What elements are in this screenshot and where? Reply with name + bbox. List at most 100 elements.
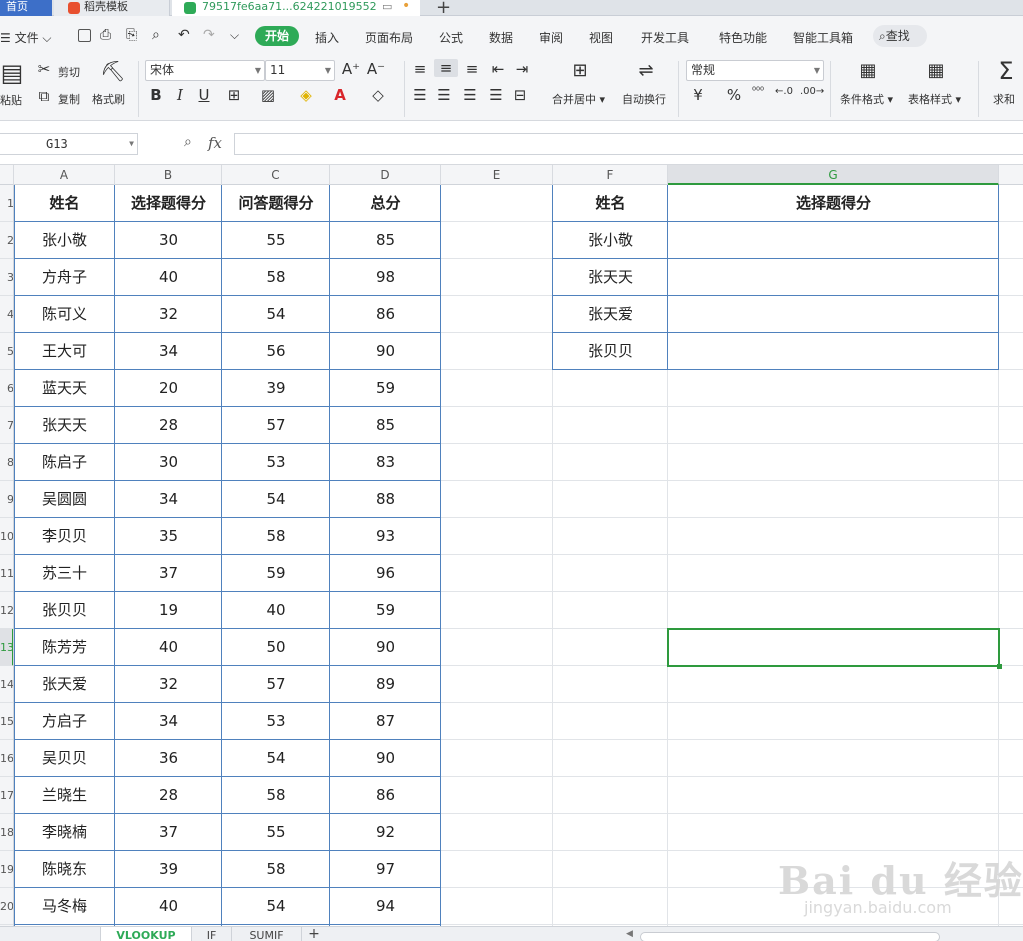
horizontal-scrollbar[interactable] (640, 932, 940, 941)
table-cell[interactable]: 54 (222, 481, 330, 518)
table-cell[interactable]: 59 (330, 370, 441, 407)
menu-start[interactable]: 开始 (255, 26, 299, 46)
table-cell[interactable]: 19 (115, 592, 222, 629)
menu-page-layout[interactable]: 页面布局 (365, 29, 413, 46)
row-header[interactable]: 4 (0, 296, 13, 333)
sheet-tab-vlookup[interactable]: VLOOKUP (100, 927, 192, 941)
table-cell[interactable]: 57 (222, 407, 330, 444)
undo-icon[interactable]: ↶ (178, 27, 190, 43)
justify-icon[interactable]: ☰ (486, 86, 506, 104)
row-header[interactable]: 8 (0, 444, 13, 481)
table-cell[interactable]: 40 (115, 259, 222, 296)
cut-button[interactable]: 剪切 (58, 64, 80, 80)
select-all-corner[interactable] (0, 165, 14, 185)
table-cell[interactable]: 陈启子 (14, 444, 115, 481)
table-cell[interactable]: 39 (222, 370, 330, 407)
table-cell[interactable]: 30 (115, 444, 222, 481)
align-center-icon[interactable]: ☰ (434, 86, 454, 104)
function-icon[interactable]: fx (208, 134, 222, 152)
table-cell[interactable]: 89 (330, 666, 441, 703)
tab-templates[interactable]: 稻壳模板 (54, 0, 170, 16)
underline-icon[interactable]: U (196, 86, 212, 104)
table-cell[interactable]: 58 (222, 518, 330, 555)
table-cell[interactable]: 苏三十 (14, 555, 115, 592)
table-cell[interactable]: 56 (222, 333, 330, 370)
table-header-cell[interactable]: 选择题得分 (668, 185, 999, 222)
table-cell[interactable]: 55 (222, 814, 330, 851)
row-header[interactable]: 19 (0, 851, 13, 888)
indent-increase-icon[interactable]: ⇥ (512, 60, 532, 78)
table-cell[interactable]: 59 (330, 592, 441, 629)
row-header[interactable]: 20 (0, 888, 13, 925)
menu-data[interactable]: 数据 (489, 29, 513, 46)
row-header[interactable]: 9 (0, 481, 13, 518)
table-cell[interactable]: 55 (222, 222, 330, 259)
table-cell[interactable]: 方启子 (14, 703, 115, 740)
row-header[interactable]: 14 (0, 666, 13, 703)
row-header[interactable]: 11 (0, 555, 13, 592)
table-cell[interactable]: 39 (115, 851, 222, 888)
conditional-format-button[interactable]: 条件格式 ▾ (840, 91, 893, 107)
scroll-left-icon[interactable]: ◀ (626, 929, 633, 939)
row-header[interactable]: 17 (0, 777, 13, 814)
align-middle-icon[interactable]: ≡ (434, 59, 458, 77)
table-cell[interactable]: 40 (115, 888, 222, 925)
menu-review[interactable]: 审阅 (539, 29, 563, 46)
border-icon[interactable]: ⊞ (224, 86, 244, 104)
row-header[interactable]: 15 (0, 703, 13, 740)
increase-decimal-icon[interactable]: ←.0 (774, 86, 794, 97)
table-cell[interactable]: 蓝天天 (14, 370, 115, 407)
table-cell[interactable]: 兰晓生 (14, 777, 115, 814)
column-header-b[interactable]: B (115, 165, 222, 185)
row-header[interactable]: 12 (0, 592, 13, 629)
table-style-button[interactable]: 表格样式 ▾ (908, 91, 961, 107)
table-cell[interactable]: 93 (330, 518, 441, 555)
menu-developer[interactable]: 开发工具 (641, 29, 689, 46)
row-header[interactable]: 2 (0, 222, 13, 259)
align-right-icon[interactable]: ☰ (460, 86, 480, 104)
column-header-c[interactable]: C (222, 165, 330, 185)
decrease-font-icon[interactable]: A⁻ (366, 60, 386, 78)
decrease-decimal-icon[interactable]: .00→ (800, 86, 824, 97)
row-header[interactable]: 10 (0, 518, 13, 555)
table-cell[interactable]: 张贝贝 (14, 592, 115, 629)
table-header-cell[interactable]: 问答题得分 (222, 185, 330, 222)
table-header-cell[interactable]: 选择题得分 (115, 185, 222, 222)
format-painter-button[interactable]: 格式刷 (92, 91, 125, 107)
currency-icon[interactable]: ¥ (688, 86, 708, 104)
table-cell[interactable]: 陈晓东 (14, 851, 115, 888)
table-cell[interactable]: 36 (115, 740, 222, 777)
table-cell[interactable]: 张天爱 (553, 296, 668, 333)
table-cell[interactable] (668, 333, 999, 370)
italic-icon[interactable]: I (172, 86, 188, 104)
font-color-icon[interactable]: A (332, 86, 348, 104)
table-cell[interactable]: 50 (222, 629, 330, 666)
table-cell[interactable]: 32 (115, 296, 222, 333)
name-box[interactable]: G13 ▼ (0, 133, 138, 155)
menu-view[interactable]: 视图 (589, 29, 613, 46)
column-header-e[interactable]: E (441, 165, 553, 185)
print-icon[interactable]: ⎙ (100, 27, 111, 43)
formula-input[interactable] (234, 133, 1023, 155)
align-top-icon[interactable]: ≡ (410, 60, 430, 78)
table-cell[interactable]: 30 (115, 222, 222, 259)
table-cell[interactable]: 34 (115, 333, 222, 370)
row-header[interactable]: 18 (0, 814, 13, 851)
table-cell[interactable]: 34 (115, 481, 222, 518)
table-cell[interactable]: 86 (330, 777, 441, 814)
copy-button[interactable]: 复制 (58, 91, 80, 107)
spreadsheet-grid[interactable]: 姓名 选择题得分 问答题得分 总分 张小敬 30 55 85 方舟子 40 58 98 陈可义 32 54 8… (14, 185, 1023, 926)
redo-icon[interactable]: ↷ (203, 27, 215, 43)
search-button[interactable]: ⌕查找 (873, 25, 927, 47)
table-cell[interactable]: 54 (222, 296, 330, 333)
table-cell[interactable]: 90 (330, 629, 441, 666)
table-cell[interactable]: 40 (222, 592, 330, 629)
thousands-separator-icon[interactable]: ⁰⁰⁰ (748, 86, 768, 97)
sheet-tab-if[interactable]: IF (192, 927, 232, 941)
table-cell[interactable]: 张天爱 (14, 666, 115, 703)
table-cell[interactable]: 37 (115, 814, 222, 851)
export-pdf-icon[interactable]: ⎘ (126, 27, 137, 43)
table-cell[interactable]: 85 (330, 407, 441, 444)
table-cell[interactable]: 97 (330, 851, 441, 888)
table-cell[interactable]: 20 (115, 370, 222, 407)
